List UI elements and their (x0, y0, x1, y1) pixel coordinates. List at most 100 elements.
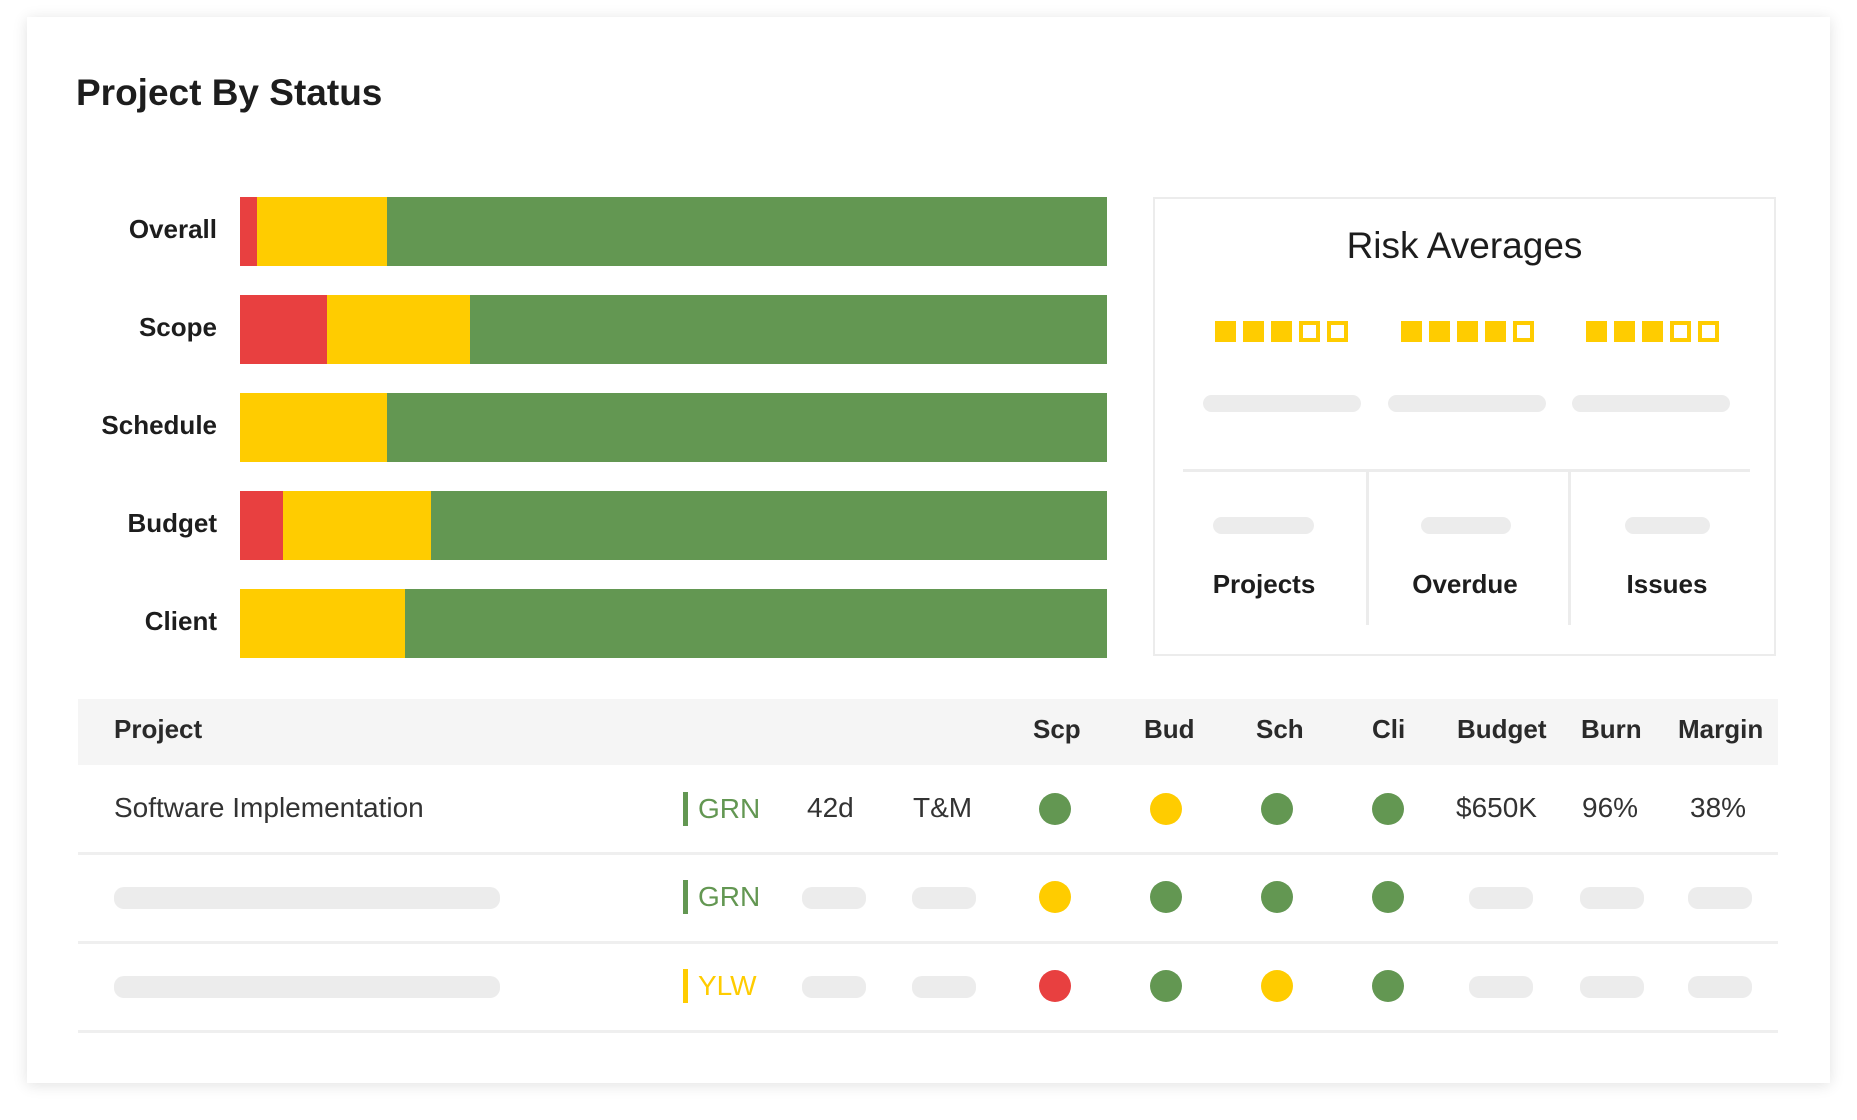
project-name-placeholder (114, 887, 500, 909)
status-tag: GRN (683, 880, 760, 914)
bar-track (240, 589, 1107, 658)
rating-square-empty (1670, 321, 1691, 342)
column-header-burn[interactable]: Burn (1581, 714, 1642, 745)
stat-value-placeholder-overdue (1421, 517, 1511, 534)
budget-value: $650K (1456, 792, 1537, 823)
risk-averages-title: Risk Averages (1346, 225, 1583, 266)
column-header-margin[interactable]: Margin (1678, 714, 1763, 745)
column-header-cli[interactable]: Cli (1372, 714, 1405, 745)
column-header-scp[interactable]: Scp (1033, 714, 1081, 745)
bar-segment (387, 197, 1107, 266)
bud-status-dot (1150, 970, 1182, 1002)
risk-rating-3 (1586, 321, 1719, 342)
bar-track (240, 491, 1107, 560)
burn-placeholder (1580, 887, 1644, 909)
project-name[interactable]: Software Implementation (114, 792, 424, 824)
row-divider (78, 1030, 1778, 1033)
bar-segment (240, 295, 327, 364)
burn-placeholder (1580, 976, 1644, 998)
contract-type: T&M (913, 792, 973, 823)
bar-segment (469, 295, 1107, 364)
status-tag: YLW (683, 969, 757, 1003)
cli-status-dot (1372, 881, 1404, 913)
rating-square-filled (1457, 321, 1478, 342)
rating-square-filled (1271, 321, 1292, 342)
stat-value-placeholder-issues (1625, 517, 1710, 534)
risk-divider (1183, 469, 1750, 472)
margin-placeholder (1688, 976, 1752, 998)
stat-label-projects: Projects (1212, 569, 1316, 599)
bar-segment (240, 491, 284, 560)
bar-segment (257, 197, 388, 266)
rating-square-empty (1327, 321, 1348, 342)
bud-status-dot (1150, 881, 1182, 913)
days-value: 42d (807, 792, 854, 823)
table-row[interactable]: YLW (78, 944, 1778, 1031)
rating-square-empty (1299, 321, 1320, 342)
bar-segment (283, 491, 431, 560)
margin-placeholder (1688, 887, 1752, 909)
bar-segment (240, 393, 388, 462)
scp-status-dot (1039, 970, 1071, 1002)
bar-label: Overall (128, 214, 217, 244)
stat-label-issues: Issues (1626, 569, 1708, 599)
stat-value-placeholder-projects (1213, 517, 1314, 534)
rating-square-filled (1215, 321, 1236, 342)
sch-status-dot (1261, 793, 1293, 825)
bar-segment (404, 589, 1107, 658)
type-placeholder (912, 887, 976, 909)
bar-track (240, 197, 1107, 266)
bar-label: Schedule (101, 410, 217, 440)
margin-value: 38% (1690, 792, 1747, 823)
bar-segment (240, 197, 258, 266)
scp-status-dot (1039, 881, 1071, 913)
column-header-bud[interactable]: Bud (1144, 714, 1195, 745)
rating-square-filled (1401, 321, 1422, 342)
bar-segment (240, 589, 405, 658)
days-placeholder (802, 976, 866, 998)
scp-status-dot (1039, 793, 1071, 825)
bar-label: Budget (127, 508, 217, 538)
budget-placeholder (1469, 887, 1533, 909)
rating-square-filled (1485, 321, 1506, 342)
rating-square-empty (1513, 321, 1534, 342)
cli-status-dot (1372, 970, 1404, 1002)
rating-square-empty (1698, 321, 1719, 342)
project-table-header: Project Scp Bud Sch Cli Budget Burn Marg… (78, 699, 1778, 765)
rating-square-filled (1243, 321, 1264, 342)
type-placeholder (912, 976, 976, 998)
risk-value-placeholder (1203, 395, 1361, 412)
risk-value-placeholder (1388, 395, 1546, 412)
page-title: Project By Status (76, 72, 383, 113)
rating-square-filled (1642, 321, 1663, 342)
column-header-project[interactable]: Project (114, 714, 202, 745)
table-row[interactable]: GRN (78, 855, 1778, 942)
rating-square-filled (1429, 321, 1450, 342)
stat-divider (1568, 471, 1571, 625)
bar-segment (387, 393, 1107, 462)
bar-segment (326, 295, 470, 364)
bar-track (240, 295, 1107, 364)
budget-placeholder (1469, 976, 1533, 998)
bar-label: Client (144, 606, 217, 636)
rating-square-filled (1586, 321, 1607, 342)
stat-divider (1366, 471, 1369, 625)
table-row[interactable]: Software Implementation GRN 42d T&M $650… (78, 767, 1778, 854)
bar-label: Scope (138, 312, 217, 342)
sch-status-dot (1261, 970, 1293, 1002)
risk-rating-1 (1215, 321, 1348, 342)
column-header-sch[interactable]: Sch (1256, 714, 1304, 745)
project-name-placeholder (114, 976, 500, 998)
risk-rating-2 (1401, 321, 1534, 342)
bar-segment (430, 491, 1107, 560)
risk-averages-panel: Risk Averages Projects Overdue Issues (1153, 197, 1776, 656)
cli-status-dot (1372, 793, 1404, 825)
bar-track (240, 393, 1107, 462)
sch-status-dot (1261, 881, 1293, 913)
bud-status-dot (1150, 793, 1182, 825)
column-header-budget[interactable]: Budget (1457, 714, 1547, 745)
stat-label-overdue: Overdue (1412, 569, 1518, 599)
rating-square-filled (1614, 321, 1635, 342)
risk-value-placeholder (1572, 395, 1730, 412)
status-tag: GRN (683, 792, 760, 826)
